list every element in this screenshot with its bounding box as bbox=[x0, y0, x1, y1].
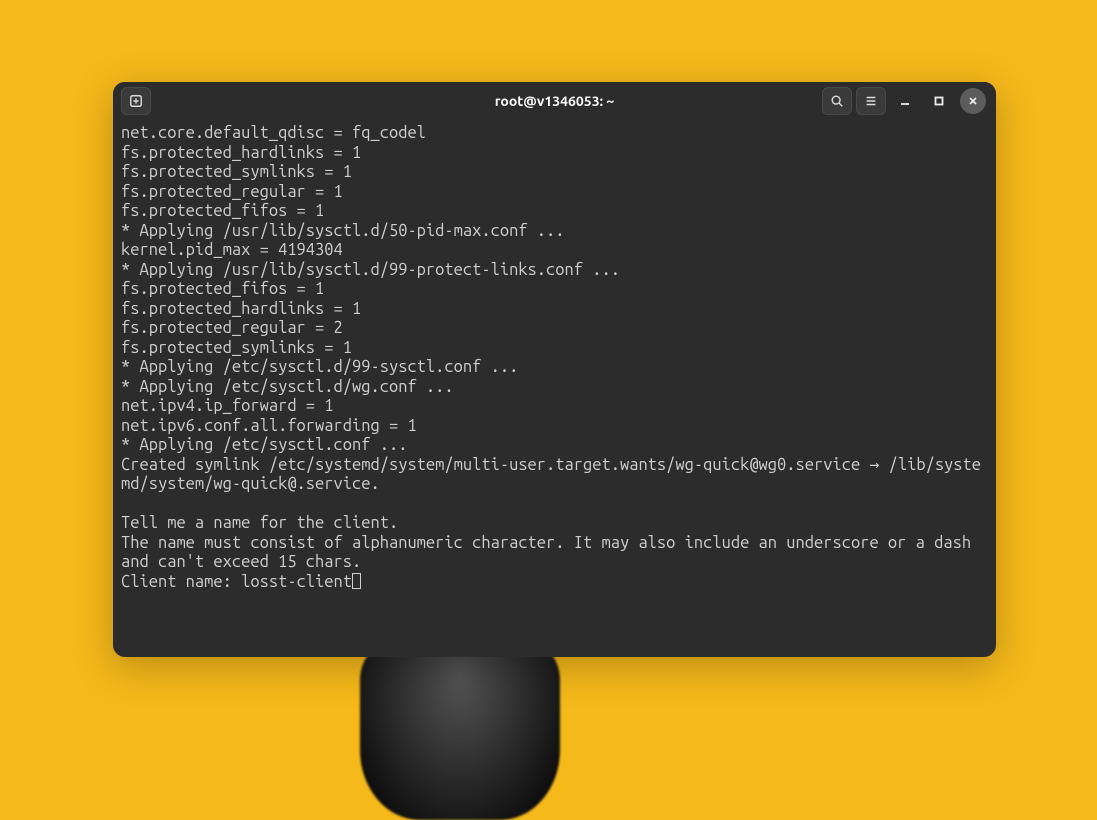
maximize-button[interactable] bbox=[926, 88, 952, 114]
search-icon bbox=[830, 94, 844, 108]
terminal-line: Tell me a name for the client. bbox=[121, 514, 398, 532]
terminal-line: fs.protected_hardlinks = 1 bbox=[121, 144, 361, 162]
terminal-line: fs.protected_regular = 1 bbox=[121, 183, 343, 201]
terminal-line: net.ipv6.conf.all.forwarding = 1 bbox=[121, 417, 417, 435]
close-icon bbox=[967, 95, 979, 107]
cursor bbox=[352, 573, 361, 589]
maximize-icon bbox=[933, 95, 945, 107]
terminal-window: root@v1346053: ~ bbox=[113, 82, 996, 657]
terminal-line: fs.protected_fifos = 1 bbox=[121, 280, 324, 298]
new-tab-button[interactable] bbox=[121, 87, 151, 115]
background-object bbox=[360, 640, 560, 820]
terminal-line: kernel.pid_max = 4194304 bbox=[121, 241, 343, 259]
menu-icon bbox=[864, 94, 878, 108]
terminal-line: Created symlink /etc/systemd/system/mult… bbox=[121, 456, 981, 494]
terminal-line: * Applying /etc/sysctl.d/99-sysctl.conf … bbox=[121, 358, 518, 376]
minimize-button[interactable] bbox=[892, 88, 918, 114]
terminal-line: fs.protected_regular = 2 bbox=[121, 319, 343, 337]
client-name-input[interactable]: losst-client bbox=[241, 573, 352, 591]
terminal-line: net.ipv4.ip_forward = 1 bbox=[121, 397, 334, 415]
terminal-line: fs.protected_symlinks = 1 bbox=[121, 163, 352, 181]
new-tab-icon bbox=[129, 94, 143, 108]
terminal-line: net.core.default_qdisc = fq_codel bbox=[121, 124, 426, 142]
terminal-line: * Applying /usr/lib/sysctl.d/50-pid-max.… bbox=[121, 222, 565, 240]
minimize-icon bbox=[899, 95, 911, 107]
terminal-line: fs.protected_hardlinks = 1 bbox=[121, 300, 361, 318]
terminal-body[interactable]: net.core.default_qdisc = fq_codel fs.pro… bbox=[113, 120, 996, 657]
terminal-line: fs.protected_symlinks = 1 bbox=[121, 339, 352, 357]
close-button[interactable] bbox=[960, 88, 986, 114]
terminal-line: * Applying /usr/lib/sysctl.d/99-protect-… bbox=[121, 261, 620, 279]
menu-button[interactable] bbox=[856, 87, 886, 115]
titlebar[interactable]: root@v1346053: ~ bbox=[113, 82, 996, 120]
terminal-line: The name must consist of alphanumeric ch… bbox=[121, 534, 980, 572]
terminal-line: * Applying /etc/sysctl.d/wg.conf ... bbox=[121, 378, 454, 396]
search-button[interactable] bbox=[822, 87, 852, 115]
prompt-label: Client name: bbox=[121, 573, 241, 591]
terminal-line: fs.protected_fifos = 1 bbox=[121, 202, 324, 220]
terminal-line: * Applying /etc/sysctl.conf ... bbox=[121, 436, 407, 454]
